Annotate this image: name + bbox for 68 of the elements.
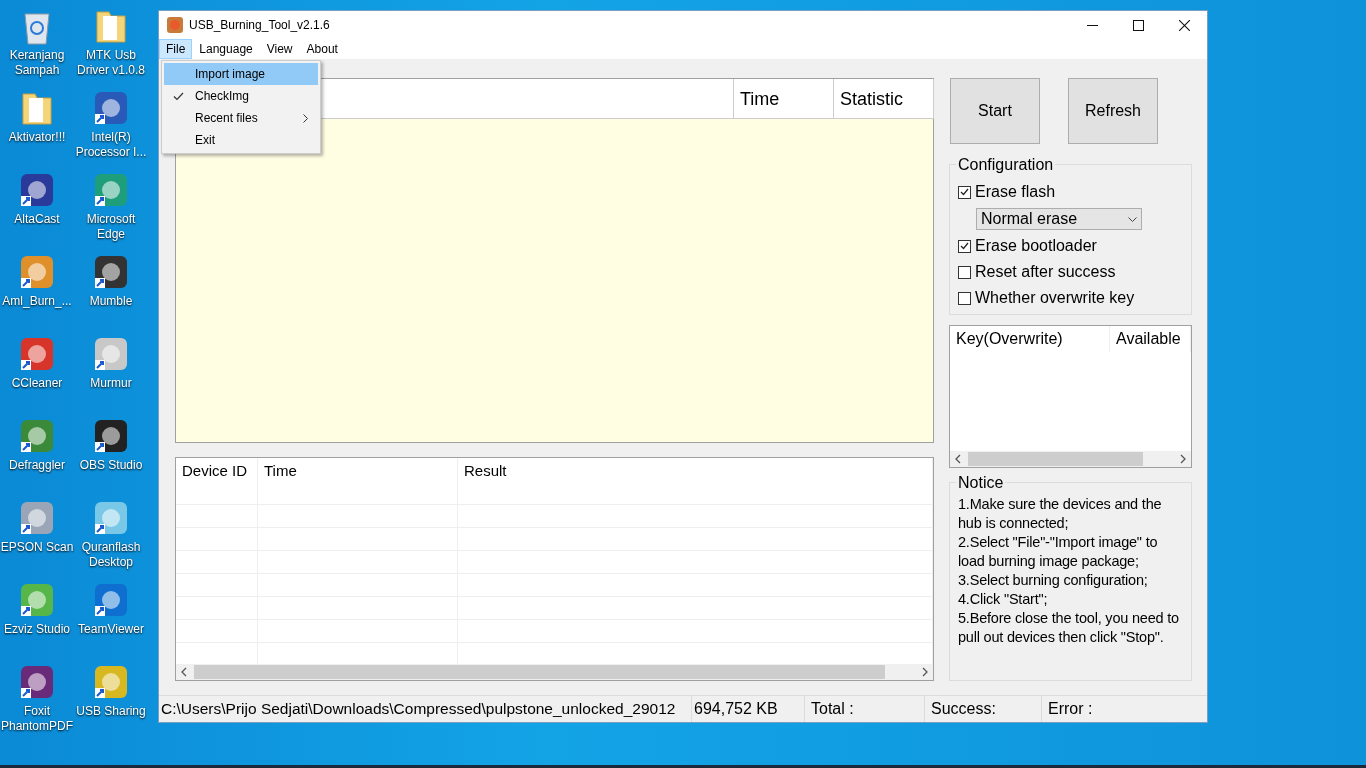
desktop-icon-label[interactable]: USB Sharing bbox=[74, 704, 148, 719]
checkbox-label[interactable]: Reset after success bbox=[975, 263, 1116, 281]
desktop-icon-label[interactable]: Keranjang Sampah bbox=[0, 48, 74, 78]
close-icon bbox=[1178, 19, 1190, 31]
checkmark-icon bbox=[173, 91, 184, 101]
scroll-right-icon[interactable] bbox=[1179, 453, 1187, 464]
horizontal-scrollbar[interactable] bbox=[176, 664, 933, 680]
scroll-left-icon[interactable] bbox=[180, 667, 188, 677]
notice-text: 1.Make sure the devices and the hub is connected; bbox=[958, 494, 1163, 533]
checkbox-label[interactable]: Erase flash bbox=[975, 183, 1056, 201]
status-error: Error : bbox=[1047, 699, 1094, 719]
checkbox[interactable] bbox=[958, 185, 971, 199]
group-title: Configuration bbox=[956, 156, 1056, 174]
menu-item[interactable]: File bbox=[159, 39, 193, 59]
desktop-icon-label[interactable]: AltaCast bbox=[0, 212, 74, 227]
action-button[interactable]: Refresh bbox=[1068, 78, 1158, 144]
status-success: Success: bbox=[925, 696, 1042, 722]
status-total: Total : bbox=[805, 696, 925, 722]
menu-item[interactable]: CheckImg bbox=[164, 85, 318, 107]
maximize-icon bbox=[1132, 19, 1144, 31]
column-header[interactable]: Key(Overwrite) bbox=[950, 326, 1110, 353]
desktop-icon-label[interactable]: Defraggler bbox=[0, 458, 74, 473]
status-file-size: 694,752 KB bbox=[692, 696, 805, 722]
desktop-icon-label[interactable]: TeamViewer bbox=[74, 622, 148, 637]
column-header[interactable]: Time bbox=[734, 79, 834, 119]
scroll-left-icon[interactable] bbox=[954, 453, 962, 464]
horizontal-scrollbar[interactable] bbox=[950, 450, 1191, 467]
desktop-icon-label[interactable]: Ezviz Studio bbox=[0, 622, 74, 637]
caret-icon bbox=[1128, 216, 1137, 222]
scrollbar-thumb[interactable] bbox=[194, 665, 885, 679]
notice-text: 4.Click "Start"; bbox=[958, 589, 1049, 609]
menu-item[interactable]: Language bbox=[192, 39, 260, 59]
erase-mode-dropdown[interactable]: Normal erase bbox=[976, 208, 1142, 230]
menu-item[interactable]: Import image bbox=[164, 63, 318, 85]
column-header[interactable]: Available bbox=[1110, 326, 1191, 353]
menu-item[interactable]: Recent files bbox=[164, 107, 318, 129]
checkbox[interactable] bbox=[958, 291, 971, 305]
minimize-icon bbox=[1086, 24, 1098, 26]
desktop-icon-label[interactable]: Intel(R) Processor I... bbox=[74, 130, 148, 160]
desktop-icon-label[interactable]: OBS Studio bbox=[74, 458, 148, 473]
action-button[interactable]: Start bbox=[950, 78, 1040, 144]
column-header[interactable]: Device ID bbox=[176, 458, 258, 504]
desktop-icon-label[interactable]: CCleaner bbox=[0, 376, 74, 391]
desktop-icon-label[interactable]: Microsoft Edge bbox=[74, 212, 148, 242]
checkbox-label[interactable]: Erase bootloader bbox=[975, 237, 1097, 255]
window-title: USB_Burning_Tool_v2.1.6 bbox=[189, 18, 330, 32]
checkbox[interactable] bbox=[958, 265, 971, 279]
desktop-icon-label[interactable]: Foxit PhantomPDF bbox=[0, 704, 74, 734]
scroll-right-icon[interactable] bbox=[921, 667, 929, 677]
desktop-icon-label[interactable]: Aml_Burn_... bbox=[0, 294, 74, 309]
checkbox[interactable] bbox=[958, 239, 971, 253]
desktop-icon-label[interactable]: Aktivator!!! bbox=[0, 130, 74, 145]
notice-text: 5.Before close the tool, you need to pull out devices then click "Stop". bbox=[958, 608, 1180, 647]
column-header[interactable]: Result bbox=[458, 458, 933, 504]
menu-item[interactable]: View bbox=[259, 39, 300, 59]
notice-text: 3.Select burning configuration; bbox=[958, 570, 1149, 590]
notice-text: 2.Select "File"-"Import image" to load burning image package; bbox=[958, 532, 1159, 571]
desktop-icon-label[interactable]: EPSON Scan bbox=[0, 540, 74, 555]
desktop-icon-label[interactable]: MTK Usb Driver v1.0.8 bbox=[74, 48, 148, 78]
checkbox-label[interactable]: Whether overwrite key bbox=[975, 289, 1135, 307]
menu-item[interactable]: About bbox=[299, 39, 345, 59]
status-file-path: C:\Users\Prijo Sedjati\Downloads\Compressed\pulpstone_unlocked_29012 bbox=[159, 696, 692, 722]
scrollbar-thumb[interactable] bbox=[968, 451, 1143, 466]
column-header[interactable]: Statistic bbox=[834, 79, 934, 119]
menu-item[interactable]: Exit bbox=[164, 129, 318, 151]
desktop-icon-label[interactable]: Quranflash Desktop bbox=[74, 540, 148, 570]
column-header[interactable]: Time bbox=[258, 458, 458, 504]
app-icon bbox=[167, 17, 183, 33]
